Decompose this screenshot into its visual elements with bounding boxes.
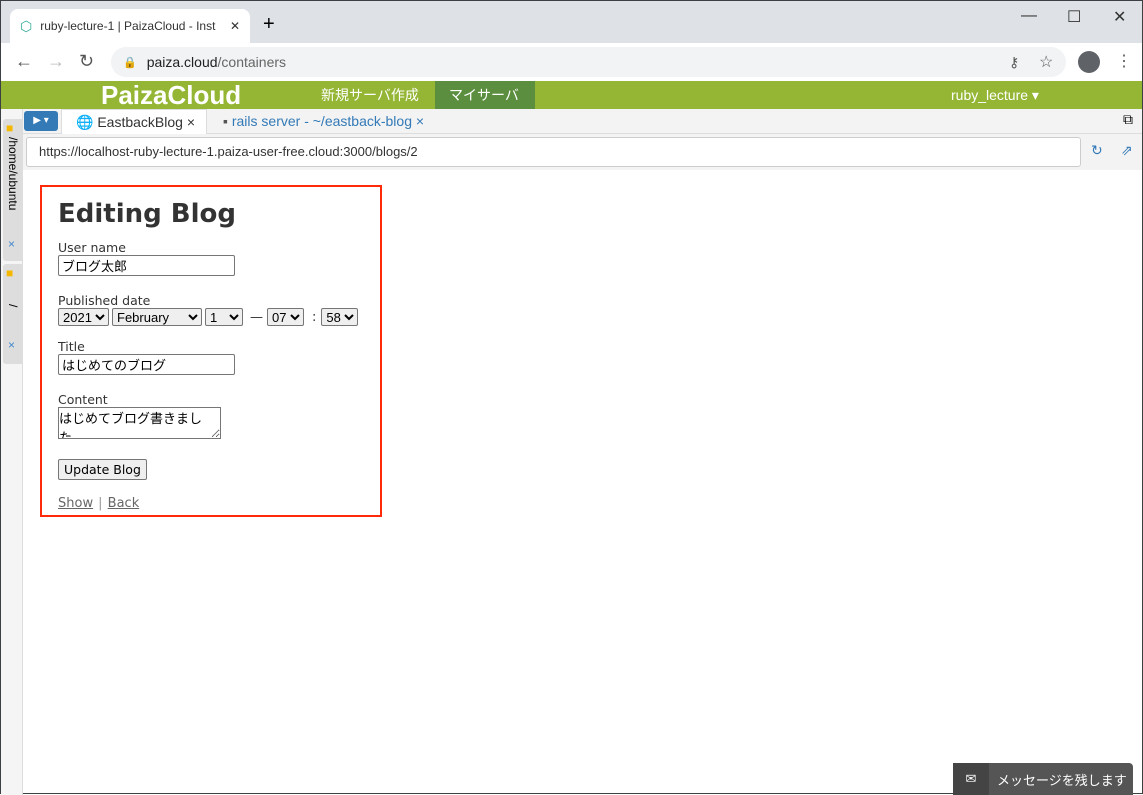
globe-icon: 🌐 bbox=[76, 114, 94, 130]
close-tab-icon[interactable]: ✕ bbox=[230, 19, 240, 33]
new-tab-icon[interactable]: + bbox=[263, 13, 275, 36]
tab-eastbackblog[interactable]: 🌐 EastbackBlog × bbox=[61, 109, 207, 134]
show-link[interactable]: Show bbox=[58, 496, 93, 511]
maximize-icon[interactable]: ☐ bbox=[1067, 7, 1081, 27]
terminal-icon: ▪ bbox=[223, 113, 228, 129]
tab-rails-server[interactable]: ▪ rails server - ~/eastback-blog × bbox=[223, 109, 424, 134]
close-window-icon[interactable]: ✕ bbox=[1113, 7, 1126, 27]
paiza-header: PaizaCloud 新規サーバ作成 マイサーバ ruby_lecture ▾ bbox=[1, 81, 1142, 109]
nav-new-server[interactable]: 新規サーバ作成 bbox=[307, 81, 433, 109]
title-label: Title bbox=[58, 339, 85, 354]
address-bar[interactable]: 🔒 paiza.cloud/containers ⚷ ☆ bbox=[111, 47, 1066, 77]
month-select[interactable]: February bbox=[112, 308, 202, 326]
window-copy-icon[interactable]: ⧉ bbox=[1123, 111, 1133, 128]
close-icon[interactable]: × bbox=[8, 338, 15, 352]
paiza-favicon-icon: ⬡ bbox=[20, 17, 33, 34]
key-icon[interactable]: ⚷ bbox=[1009, 54, 1019, 71]
browser-tab[interactable]: ⬡ ruby-lecture-1 | PaizaCloud - Inst ✕ bbox=[10, 9, 250, 43]
menu-icon[interactable]: ⋮ bbox=[1116, 51, 1132, 71]
user-name-label: User name bbox=[58, 240, 126, 255]
year-select[interactable]: 2021 bbox=[58, 308, 109, 326]
page-title: Editing Blog bbox=[58, 199, 237, 229]
minute-select[interactable]: 58 bbox=[321, 308, 359, 326]
user-menu[interactable]: ruby_lecture ▾ bbox=[937, 81, 1053, 109]
sidebar-item-home[interactable]: ■ /home/ubuntu × bbox=[3, 119, 23, 261]
reload-icon[interactable]: ↻ bbox=[79, 51, 94, 72]
blog-edit-form: Editing Blog User name Published date 20… bbox=[40, 185, 382, 517]
paiza-logo[interactable]: PaizaCloud bbox=[101, 81, 241, 109]
sidebar-item-root[interactable]: ■ / × bbox=[3, 264, 23, 364]
forward-icon[interactable]: → bbox=[47, 51, 65, 72]
back-icon[interactable]: ← bbox=[15, 51, 33, 72]
folder-icon: ■ bbox=[6, 266, 14, 280]
user-name-input[interactable] bbox=[58, 255, 235, 276]
hour-select[interactable]: 07 bbox=[267, 308, 304, 326]
profile-icon[interactable] bbox=[1078, 51, 1100, 73]
preview-url-row: https://localhost-ruby-lecture-1.paiza-u… bbox=[23, 134, 1142, 170]
close-icon[interactable]: × bbox=[8, 237, 15, 251]
open-external-icon[interactable]: ⇗ bbox=[1121, 142, 1133, 159]
update-blog-button[interactable]: Update Blog bbox=[58, 459, 147, 480]
app-menu-button[interactable]: ▶ ▾ bbox=[24, 111, 58, 131]
content-label: Content bbox=[58, 392, 108, 407]
folder-icon: ■ bbox=[6, 121, 14, 135]
title-input[interactable] bbox=[58, 354, 235, 375]
browser-tabstrip: ⬡ ruby-lecture-1 | PaizaCloud - Inst ✕ +… bbox=[1, 1, 1142, 43]
content-textarea[interactable]: はじめてブログ書きました。 bbox=[58, 407, 221, 439]
published-date-label: Published date bbox=[58, 293, 151, 308]
sidebar: ■ /home/ubuntu × ■ / × bbox=[1, 109, 23, 795]
day-select[interactable]: 1 bbox=[205, 308, 243, 326]
nav-my-server[interactable]: マイサーバ bbox=[435, 81, 535, 109]
preview-url-input[interactable]: https://localhost-ruby-lecture-1.paiza-u… bbox=[26, 137, 1081, 167]
ide-tabbar: ▶ ▾ 🌐 EastbackBlog × ▪ rails server - ~/… bbox=[23, 109, 1142, 134]
mail-icon: ✉ bbox=[953, 763, 989, 795]
refresh-icon[interactable]: ↻ bbox=[1091, 142, 1103, 159]
back-link[interactable]: Back bbox=[108, 496, 140, 511]
browser-tab-title: ruby-lecture-1 | PaizaCloud - Inst bbox=[40, 19, 216, 33]
message-widget[interactable]: ✉ メッセージを残します bbox=[953, 763, 1133, 795]
lock-icon: 🔒 bbox=[123, 56, 137, 69]
minimize-icon[interactable]: — bbox=[1021, 7, 1037, 25]
star-icon[interactable]: ☆ bbox=[1039, 52, 1053, 72]
